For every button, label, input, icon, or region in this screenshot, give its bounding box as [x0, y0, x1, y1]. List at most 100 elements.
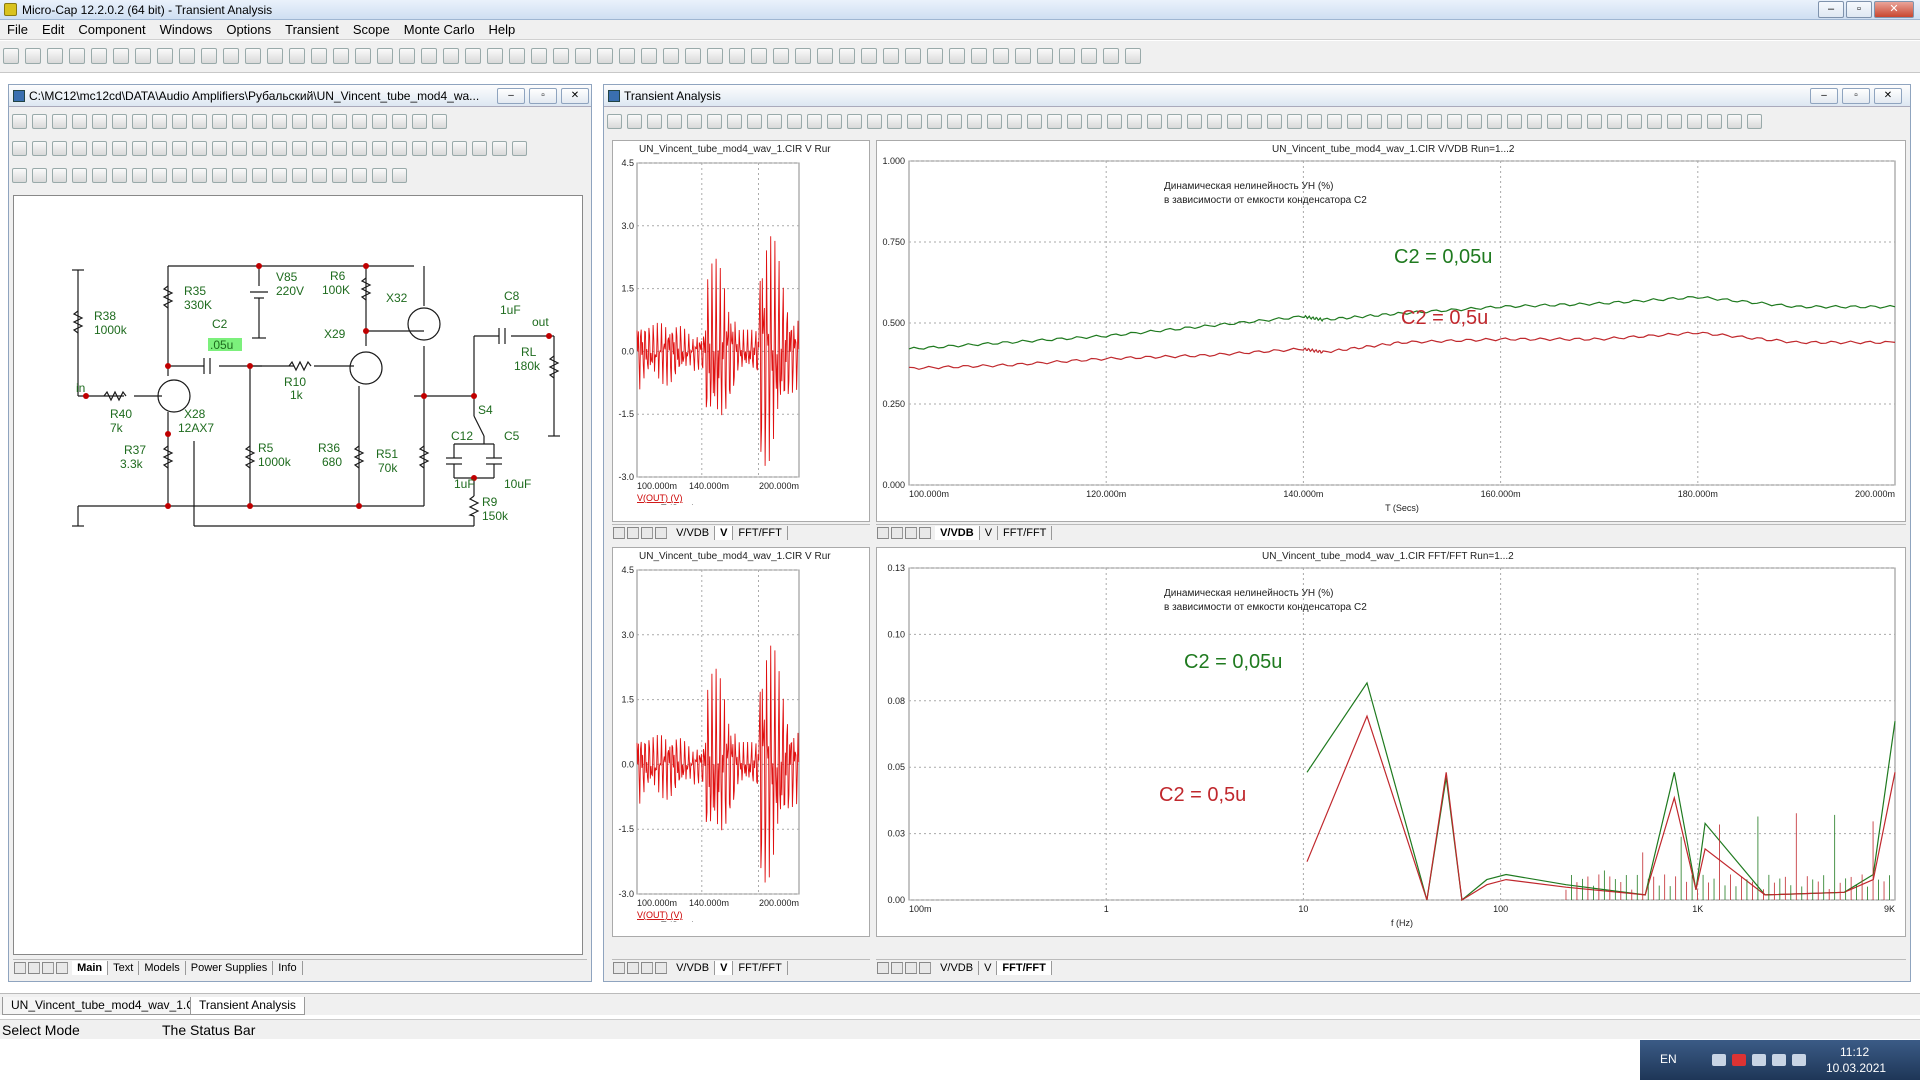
volume-icon[interactable]	[1792, 1054, 1806, 1066]
analysis-tb-button-34[interactable]	[1287, 114, 1302, 129]
schem-tb2-button-4[interactable]	[92, 141, 107, 156]
toolbar-button-10[interactable]	[223, 48, 239, 64]
minimize-button[interactable]: –	[1818, 1, 1844, 18]
lt-nav-prev[interactable]	[627, 527, 639, 539]
analysis-tb-button-18[interactable]	[967, 114, 982, 129]
analysis-tb-button-53[interactable]	[1667, 114, 1682, 129]
rt-nav-next[interactable]	[905, 527, 917, 539]
schem-tb2-button-21[interactable]	[432, 141, 447, 156]
tab-power-supplies[interactable]: Power Supplies	[186, 960, 274, 975]
toolbar-button-48[interactable]	[1059, 48, 1075, 64]
analysis-tb-button-19[interactable]	[987, 114, 1002, 129]
toolbar-button-19[interactable]	[421, 48, 437, 64]
schematic-canvas[interactable]: R38 1000k R35 330K C2 .05u V85 220V R6 1…	[13, 195, 583, 955]
schem-tb1-button-4[interactable]	[92, 114, 107, 129]
rt-tab-fft[interactable]: FFT/FFT	[998, 525, 1053, 540]
rb-nav-first[interactable]	[877, 962, 889, 974]
schem-tb3-button-9[interactable]	[192, 168, 207, 183]
analysis-tb-button-4[interactable]	[687, 114, 702, 129]
schem-tb1-button-21[interactable]	[432, 114, 447, 129]
toolbar-button-12[interactable]	[267, 48, 283, 64]
rt-tab-v[interactable]: V	[980, 525, 999, 540]
lb-tab-vvdb[interactable]: V/VDB	[671, 960, 716, 975]
schem-tb1-button-2[interactable]	[52, 114, 67, 129]
tray-icon-nvidia[interactable]	[1712, 1054, 1726, 1066]
toolbar-button-11[interactable]	[245, 48, 261, 64]
toolbar-button-16[interactable]	[355, 48, 371, 64]
toolbar-button-45[interactable]	[993, 48, 1009, 64]
toolbar-button-32[interactable]	[707, 48, 723, 64]
analysis-tb-button-16[interactable]	[927, 114, 942, 129]
schem-tb1-button-0[interactable]	[12, 114, 27, 129]
analysis-tb-button-21[interactable]	[1027, 114, 1042, 129]
toolbar-button-3[interactable]	[69, 48, 85, 64]
analysis-tb-button-6[interactable]	[727, 114, 742, 129]
analysis-tb-button-57[interactable]	[1747, 114, 1762, 129]
plot-bottom-right[interactable]: UN_Vincent_tube_mod4_wav_1.CIR FFT/FFT R…	[876, 547, 1906, 937]
menu-edit[interactable]: Edit	[35, 20, 71, 39]
lt-nav-first[interactable]	[613, 527, 625, 539]
schem-tb3-button-3[interactable]	[72, 168, 87, 183]
analysis-tb-button-7[interactable]	[747, 114, 762, 129]
lt-tab-fft[interactable]: FFT/FFT	[733, 525, 788, 540]
schem-tb2-button-22[interactable]	[452, 141, 467, 156]
lb-nav-last[interactable]	[655, 962, 667, 974]
schem-tb2-button-23[interactable]	[472, 141, 487, 156]
schematic-minimize-button[interactable]: –	[497, 88, 525, 104]
toolbar-button-50[interactable]	[1103, 48, 1119, 64]
analysis-tb-button-17[interactable]	[947, 114, 962, 129]
analysis-tb-button-26[interactable]	[1127, 114, 1142, 129]
schem-tb3-button-12[interactable]	[252, 168, 267, 183]
menu-transient[interactable]: Transient	[278, 20, 346, 39]
analysis-tb-button-13[interactable]	[867, 114, 882, 129]
lt-tab-vvdb[interactable]: V/VDB	[671, 525, 716, 540]
toolbar-button-38[interactable]	[839, 48, 855, 64]
tab-info[interactable]: Info	[273, 960, 303, 975]
analysis-tb-button-3[interactable]	[667, 114, 682, 129]
schem-tb1-button-20[interactable]	[412, 114, 427, 129]
toolbar-button-2[interactable]	[47, 48, 63, 64]
plot-top-left[interactable]: UN_Vincent_tube_mod4_wav_1.CIR V Rur 4.5…	[612, 140, 870, 522]
rb-tab-fft[interactable]: FFT/FFT	[997, 960, 1052, 975]
tab-nav-last[interactable]	[56, 962, 68, 974]
rt-nav-first[interactable]	[877, 527, 889, 539]
rb-tab-v[interactable]: V	[979, 960, 998, 975]
schem-tb1-button-1[interactable]	[32, 114, 47, 129]
analysis-tb-button-51[interactable]	[1627, 114, 1642, 129]
schem-tb3-button-16[interactable]	[332, 168, 347, 183]
toolbar-button-0[interactable]	[3, 48, 19, 64]
analysis-tb-button-23[interactable]	[1067, 114, 1082, 129]
toolbar-button-35[interactable]	[773, 48, 789, 64]
analysis-tb-button-22[interactable]	[1047, 114, 1062, 129]
schem-tb3-button-5[interactable]	[112, 168, 127, 183]
schem-tb2-button-13[interactable]	[272, 141, 287, 156]
toolbar-button-42[interactable]	[927, 48, 943, 64]
lt-nav-next[interactable]	[641, 527, 653, 539]
schem-tb3-button-4[interactable]	[92, 168, 107, 183]
schem-tb2-button-8[interactable]	[172, 141, 187, 156]
toolbar-button-8[interactable]	[179, 48, 195, 64]
menu-options[interactable]: Options	[219, 20, 278, 39]
toolbar-button-34[interactable]	[751, 48, 767, 64]
toolbar-button-14[interactable]	[311, 48, 327, 64]
schem-tb3-button-6[interactable]	[132, 168, 147, 183]
analysis-tb-button-14[interactable]	[887, 114, 902, 129]
toolbar-button-49[interactable]	[1081, 48, 1097, 64]
analysis-tb-button-33[interactable]	[1267, 114, 1282, 129]
analysis-tb-button-48[interactable]	[1567, 114, 1582, 129]
tab-text[interactable]: Text	[108, 960, 140, 975]
analysis-tb-button-35[interactable]	[1307, 114, 1322, 129]
schem-tb2-button-9[interactable]	[192, 141, 207, 156]
close-button[interactable]: ✕	[1874, 1, 1914, 18]
analysis-tb-button-1[interactable]	[627, 114, 642, 129]
schem-tb3-button-17[interactable]	[352, 168, 367, 183]
schem-tb3-button-14[interactable]	[292, 168, 307, 183]
schem-tb2-button-24[interactable]	[492, 141, 507, 156]
rt-tab-vvdb[interactable]: V/VDB	[935, 525, 980, 540]
toolbar-button-7[interactable]	[157, 48, 173, 64]
schem-tb1-button-5[interactable]	[112, 114, 127, 129]
analysis-tb-button-41[interactable]	[1427, 114, 1442, 129]
analysis-tb-button-43[interactable]	[1467, 114, 1482, 129]
schem-tb2-button-0[interactable]	[12, 141, 27, 156]
analysis-tb-button-24[interactable]	[1087, 114, 1102, 129]
